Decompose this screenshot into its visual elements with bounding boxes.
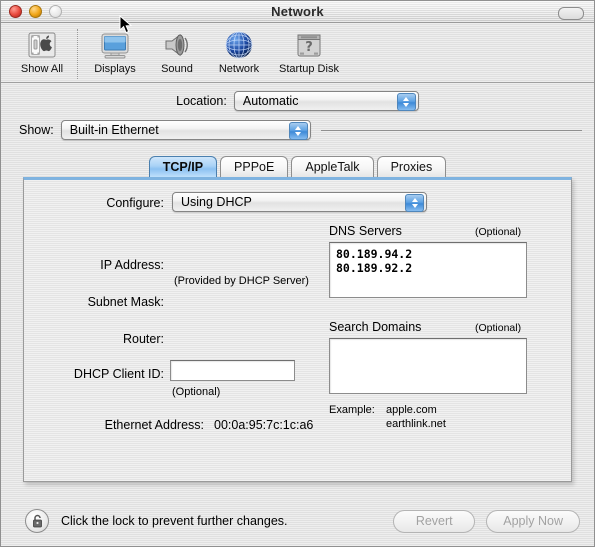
search-domains-value bbox=[330, 339, 526, 343]
toolbar-item-displays[interactable]: Displays bbox=[84, 29, 146, 75]
lock-hint-text: Click the lock to prevent further change… bbox=[61, 514, 288, 528]
chevron-updown-icon bbox=[405, 194, 424, 212]
tab-appletalk[interactable]: AppleTalk bbox=[291, 156, 374, 177]
dns-servers-label: DNS Servers bbox=[329, 224, 402, 238]
router-label: Router: bbox=[123, 332, 164, 346]
dns-servers-input[interactable]: 80.189.94.2 80.189.92.2 bbox=[329, 242, 527, 298]
dns-servers-optional: (Optional) bbox=[475, 226, 522, 238]
window-title: Network bbox=[271, 4, 324, 19]
subnet-mask-label: Subnet Mask: bbox=[87, 295, 164, 309]
toolbar-toggle-button[interactable] bbox=[558, 7, 584, 20]
toolbar-item-show-all[interactable]: Show All bbox=[11, 29, 73, 75]
ethernet-address-value: 00:0a:95:7c:1c:a6 bbox=[214, 418, 314, 432]
tab-pppoe[interactable]: PPPoE bbox=[220, 156, 289, 177]
tab-proxies[interactable]: Proxies bbox=[376, 156, 447, 177]
show-row: Show: Built-in Ethernet bbox=[1, 120, 594, 140]
toolbar-item-sound[interactable]: Sound bbox=[146, 29, 208, 75]
network-globe-icon bbox=[225, 31, 253, 59]
location-popup[interactable]: Automatic bbox=[233, 91, 419, 111]
tab-label: TCP/IP bbox=[162, 160, 204, 174]
ip-address-label: IP Address: bbox=[100, 258, 164, 272]
example-line-1: apple.com bbox=[386, 404, 437, 416]
dhcp-client-id-input[interactable] bbox=[170, 360, 295, 381]
chevron-updown-icon bbox=[396, 93, 416, 111]
search-domains-optional: (Optional) bbox=[475, 322, 522, 334]
network-preferences-window: Network Show All Displays Sound Network … bbox=[0, 0, 595, 547]
configure-value: Using DHCP bbox=[181, 195, 252, 209]
example-line-2: earthlink.net bbox=[386, 418, 446, 430]
mouse-cursor-icon bbox=[119, 15, 133, 34]
window-footer: Click the lock to prevent further change… bbox=[1, 496, 594, 546]
toolbar-label: Startup Disk bbox=[279, 63, 339, 75]
dns-servers-value: 80.189.94.2 80.189.92.2 bbox=[336, 247, 413, 275]
show-all-icon bbox=[28, 32, 56, 58]
toolbar-item-startup-disk[interactable]: ? Startup Disk bbox=[270, 29, 348, 75]
dhcp-client-id-value bbox=[171, 361, 294, 364]
tcpip-panel: Configure: Using DHCP IP Address: (Provi… bbox=[23, 177, 572, 482]
search-domains-label: Search Domains bbox=[329, 320, 422, 334]
lock-control: Click the lock to prevent further change… bbox=[25, 509, 288, 533]
window-titlebar: Network bbox=[1, 1, 594, 23]
toolbar-label: Show All bbox=[20, 63, 64, 75]
ip-address-note: (Provided by DHCP Server) bbox=[174, 275, 309, 287]
example-label: Example: bbox=[329, 404, 375, 416]
show-label: Show: bbox=[19, 123, 54, 137]
svg-text:?: ? bbox=[305, 40, 313, 55]
toolbar-separator bbox=[77, 29, 78, 79]
search-domains-input[interactable] bbox=[329, 338, 527, 394]
revert-button[interactable]: Revert bbox=[393, 509, 476, 533]
toolbar-label: Displays bbox=[94, 63, 136, 75]
tab-bar: TCP/IP PPPoE AppleTalk Proxies bbox=[1, 155, 594, 177]
show-value: Built-in Ethernet bbox=[69, 123, 159, 137]
show-popup[interactable]: Built-in Ethernet bbox=[60, 120, 311, 140]
startup-disk-icon: ? bbox=[297, 34, 321, 57]
tab-tcpip[interactable]: TCP/IP bbox=[148, 156, 218, 177]
tab-label: AppleTalk bbox=[305, 160, 360, 174]
apply-label: Apply Now bbox=[503, 514, 563, 528]
dhcp-client-id-label: DHCP Client ID: bbox=[73, 367, 164, 381]
dhcp-client-id-note: (Optional) bbox=[172, 386, 221, 398]
toolbar-label: Sound bbox=[161, 63, 193, 75]
lock-button[interactable] bbox=[25, 509, 49, 533]
apply-now-button[interactable]: Apply Now bbox=[486, 509, 580, 533]
ethernet-address-label: Ethernet Address: bbox=[104, 418, 204, 432]
open-padlock-icon bbox=[32, 514, 42, 528]
section-divider bbox=[320, 129, 582, 131]
footer-buttons: Revert Apply Now bbox=[393, 509, 580, 533]
tab-label: PPPoE bbox=[234, 160, 275, 174]
location-value: Automatic bbox=[242, 94, 299, 108]
preferences-toolbar: Show All Displays Sound Network ? Startu… bbox=[1, 23, 594, 83]
toolbar-label: Network bbox=[218, 63, 260, 75]
location-label: Location: bbox=[176, 94, 227, 108]
toolbar-item-network[interactable]: Network bbox=[208, 29, 270, 75]
configure-popup[interactable]: Using DHCP bbox=[172, 192, 427, 212]
network-selectors: Location: Automatic Show: Built-in Ether… bbox=[1, 83, 594, 155]
location-row: Location: Automatic bbox=[1, 91, 594, 111]
chevron-updown-icon bbox=[288, 122, 308, 140]
sound-icon bbox=[165, 34, 188, 56]
revert-label: Revert bbox=[415, 514, 453, 528]
configure-label: Configure: bbox=[106, 196, 164, 210]
tab-label: Proxies bbox=[390, 160, 433, 174]
